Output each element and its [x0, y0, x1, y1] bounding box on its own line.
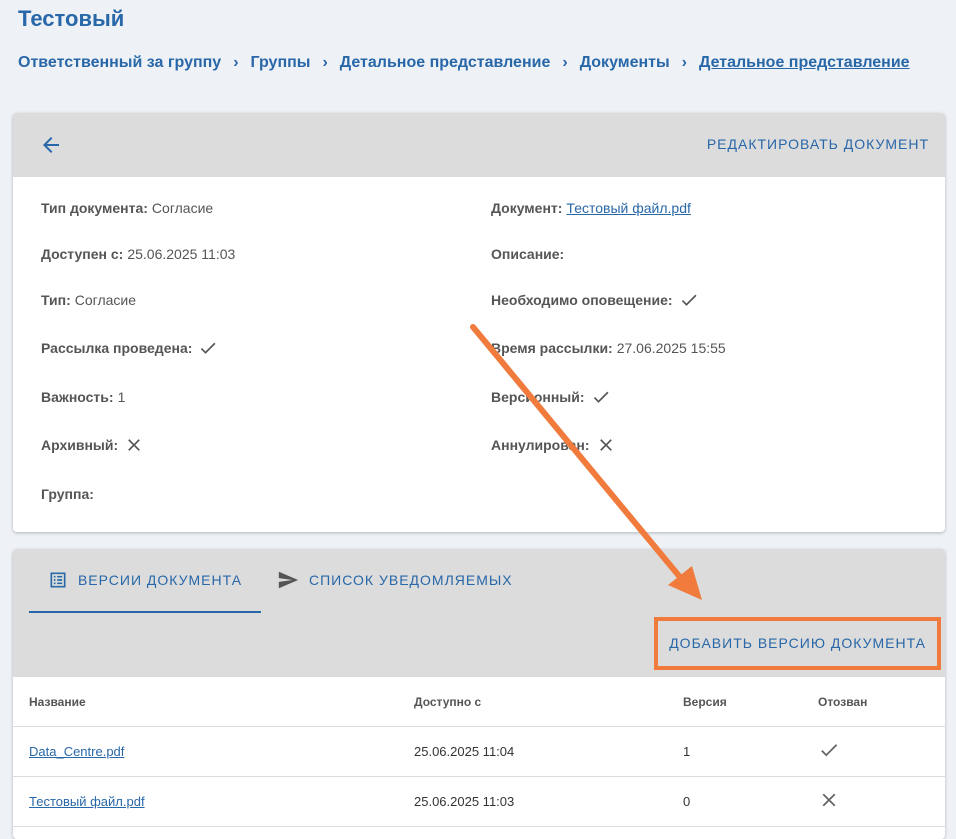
table-cell-version: 1: [682, 726, 817, 777]
tab-recipients-list[interactable]: СПИСОК УВЕДОМЛЯЕМЫХ: [277, 549, 513, 611]
field-mailing-time: Время рассылки: 27.06.2025 15:55: [491, 340, 726, 356]
breadcrumb-item-groups[interactable]: Группы: [251, 54, 311, 72]
edit-document-button[interactable]: РЕДАКТИРОВАТЬ ДОКУМЕНТ: [707, 136, 929, 152]
field-label: Необходимо оповещение:: [491, 292, 673, 308]
field-label: Тип:: [41, 292, 71, 308]
tab-document-versions[interactable]: ВЕРСИИ ДОКУМЕНТА: [29, 549, 261, 613]
chevron-right-icon: ›: [322, 54, 328, 71]
field-document: Документ: Тестовый файл.pdf: [491, 200, 691, 216]
field-label: Группа:: [41, 486, 94, 502]
breadcrumb-item-documents[interactable]: Документы: [580, 54, 670, 72]
field-value: 25.06.2025 11:03: [127, 246, 236, 262]
field-label: Важность:: [41, 389, 114, 405]
tab-label: СПИСОК УВЕДОМЛЯЕМЫХ: [309, 572, 513, 588]
versions-card: ВЕРСИИ ДОКУМЕНТА СПИСОК УВЕДОМЛЯЕМЫХ ДОБ…: [13, 549, 945, 839]
table-row: Data_Centre.pdf 25.06.2025 11:04 1: [13, 726, 945, 777]
column-header-revoked[interactable]: Отозван: [817, 677, 945, 727]
column-header-version[interactable]: Версия: [682, 677, 817, 727]
check-icon: [201, 342, 216, 354]
field-label: Доступен с:: [41, 246, 124, 262]
field-label: Версионный:: [491, 389, 585, 405]
field-annulled: Аннулирован:: [491, 435, 616, 455]
column-header-available[interactable]: Доступно с: [413, 677, 682, 727]
field-label: Время рассылки:: [491, 340, 613, 356]
document-details-card: РЕДАКТИРОВАТЬ ДОКУМЕНТ Тип документа: Со…: [13, 113, 945, 532]
field-group: Группа:: [41, 486, 98, 502]
close-icon: [128, 439, 141, 451]
field-label: Описание:: [491, 246, 565, 262]
field-value: Согласие: [74, 292, 137, 308]
field-label: Рассылка проведена:: [41, 340, 193, 356]
document-file-link[interactable]: Тестовый файл.pdf: [566, 200, 690, 216]
close-icon: [599, 439, 612, 451]
field-value: 1: [117, 389, 126, 405]
field-label: Тип документа:: [41, 200, 148, 216]
table-cell-revoked: [817, 726, 945, 777]
field-versioned: Версионный:: [491, 387, 611, 407]
add-document-version-button[interactable]: ДОБАВИТЬ ВЕРСИЮ ДОКУМЕНТА: [654, 617, 941, 670]
table-cell-version: 0: [682, 776, 817, 827]
tab-label: ВЕРСИИ ДОКУМЕНТА: [77, 572, 243, 588]
field-importance: Важность: 1: [41, 389, 125, 405]
close-icon: [822, 793, 836, 807]
chevron-right-icon: ›: [233, 54, 239, 71]
check-icon: [593, 391, 609, 403]
field-notify-required: Необходимо оповещение:: [491, 290, 699, 310]
version-file-link[interactable]: Тестовый файл.pdf: [29, 794, 145, 809]
table-header-row: Название Доступно с Версия Отозван: [13, 677, 945, 727]
list-icon: [50, 572, 66, 588]
chevron-right-icon: ›: [562, 54, 568, 71]
send-icon: [278, 571, 299, 589]
field-available-from: Доступен с: 25.06.2025 11:03: [41, 246, 235, 262]
versions-table: Название Доступно с Версия Отозван Data_…: [13, 677, 945, 827]
field-value: 27.06.2025 15:55: [616, 340, 726, 356]
table-cell-available: 25.06.2025 11:03: [413, 776, 682, 827]
table-row: Тестовый файл.pdf 25.06.2025 11:03 0: [13, 776, 945, 827]
field-description: Описание:: [491, 246, 568, 262]
table-cell-revoked: [817, 776, 945, 827]
breadcrumb-item-group-owner[interactable]: Ответственный за группу: [18, 54, 221, 72]
field-label: Архивный:: [41, 437, 119, 453]
column-header-name[interactable]: Название: [13, 677, 413, 727]
field-type: Тип: Согласие: [41, 292, 136, 308]
table-cell-available: 25.06.2025 11:04: [413, 726, 682, 777]
field-label: Аннулирован:: [491, 437, 590, 453]
tabs-bar: ВЕРСИИ ДОКУМЕНТА СПИСОК УВЕДОМЛЯЕМЫХ: [13, 549, 945, 613]
page-title: Тестовый: [18, 6, 125, 31]
breadcrumb-item-document-detail[interactable]: Детальное представление: [699, 54, 910, 72]
field-label: Документ:: [491, 200, 563, 216]
chevron-right-icon: ›: [681, 54, 687, 71]
field-archived: Архивный:: [41, 435, 144, 455]
field-mailing-done: Рассылка проведена:: [41, 338, 218, 358]
card-header: РЕДАКТИРОВАТЬ ДОКУМЕНТ: [13, 113, 945, 177]
version-file-link[interactable]: Data_Centre.pdf: [29, 744, 124, 759]
breadcrumb-item-group-detail[interactable]: Детальное представление: [340, 54, 551, 72]
field-doc-type: Тип документа: Согласие: [41, 200, 213, 216]
field-value: Согласие: [151, 200, 214, 216]
breadcrumb: Ответственный за группу › Группы › Детал…: [18, 54, 910, 72]
back-arrow-icon[interactable]: [39, 133, 63, 157]
versions-action-bar: ДОБАВИТЬ ВЕРСИЮ ДОКУМЕНТА: [13, 613, 945, 677]
check-icon: [821, 744, 838, 757]
check-icon: [681, 294, 697, 306]
